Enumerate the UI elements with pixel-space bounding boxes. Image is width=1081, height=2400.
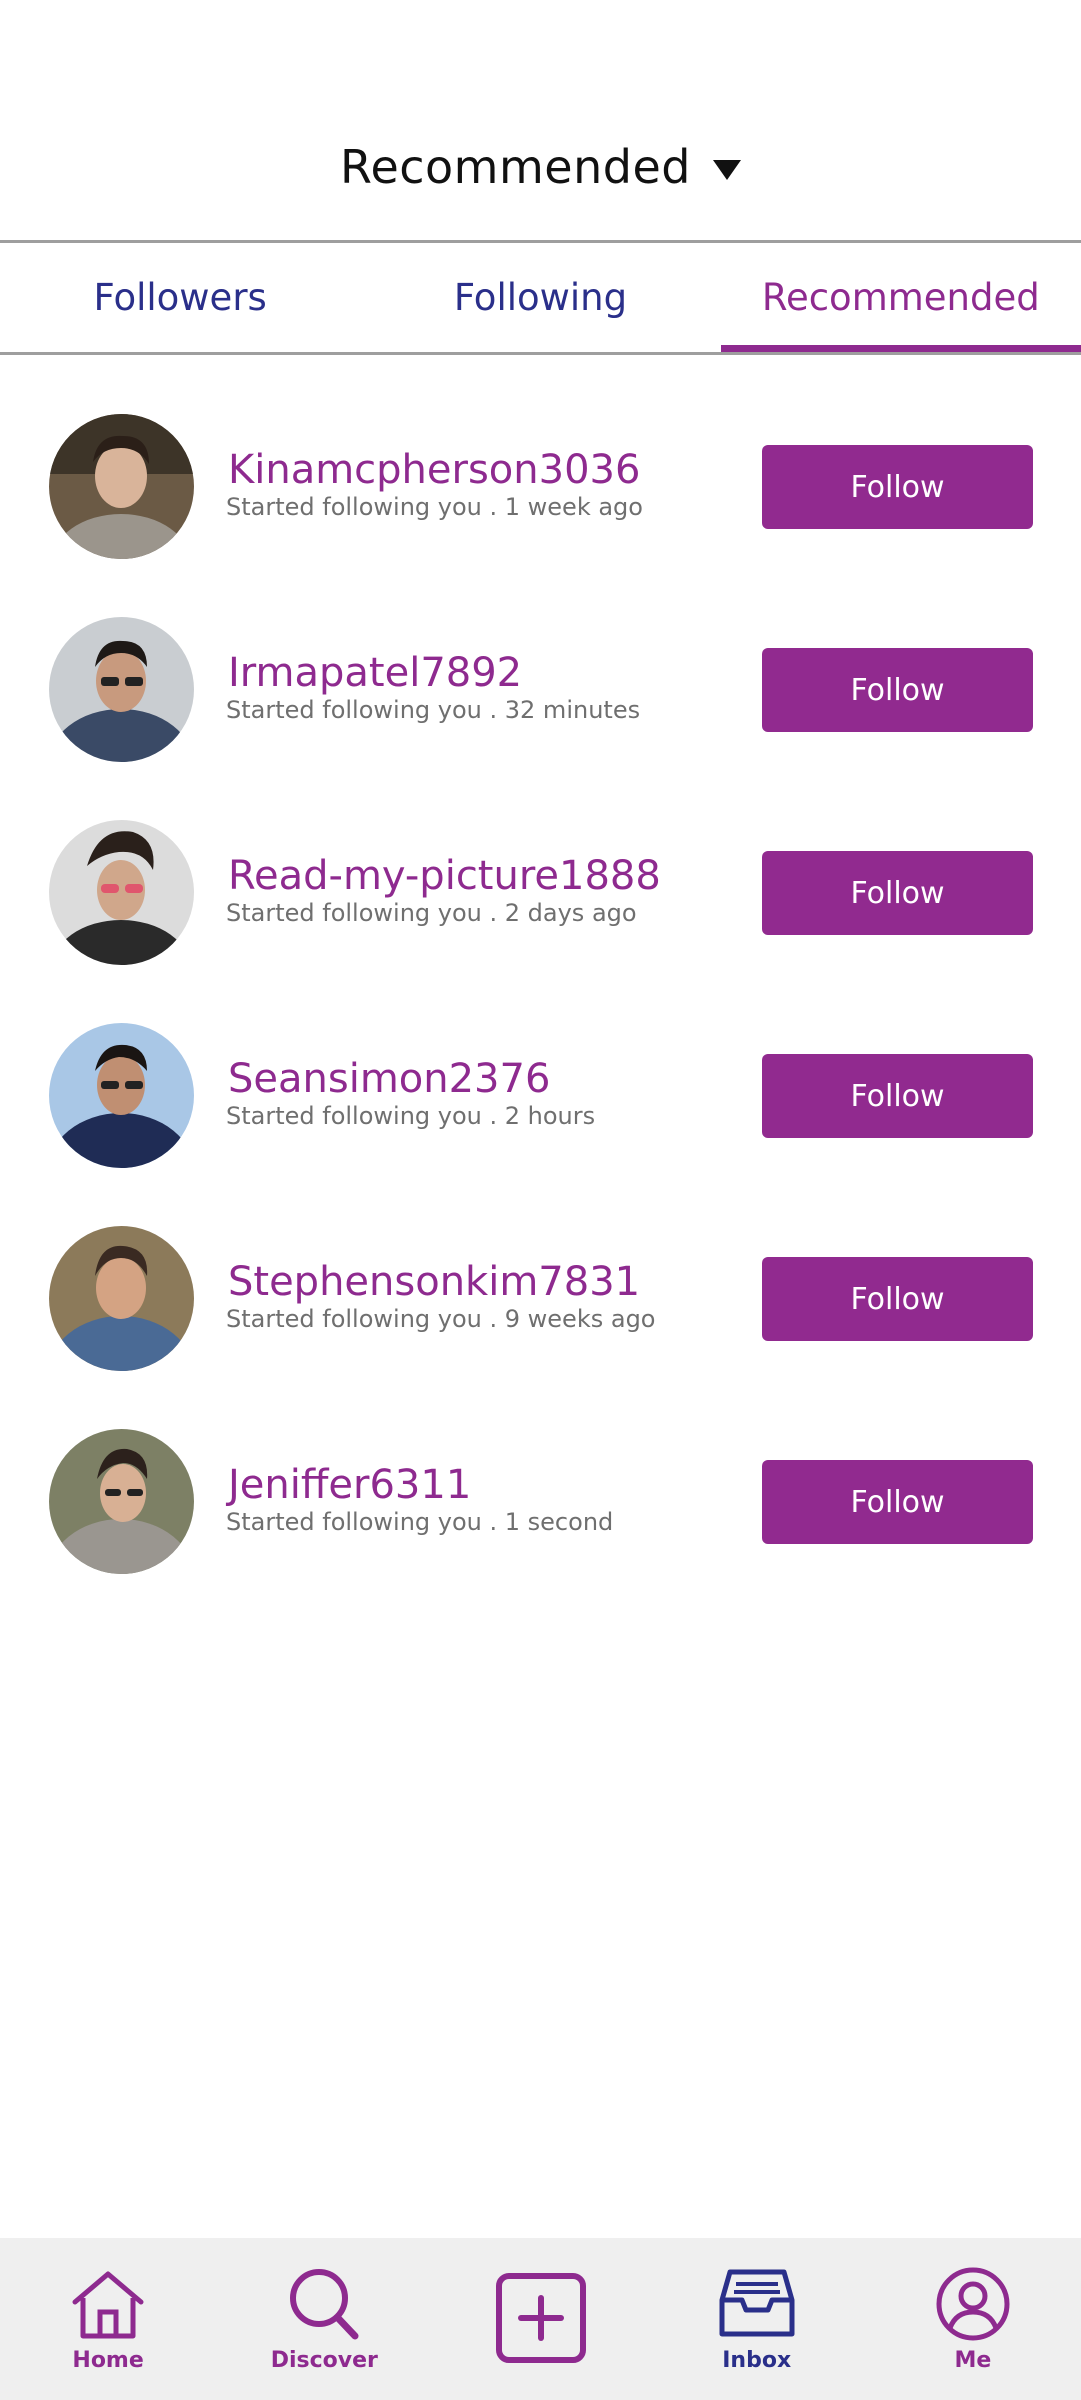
activity-text: Started following you . 2 hours: [226, 1102, 596, 1130]
username[interactable]: Jeniffer6311: [228, 1462, 471, 1508]
tab-bar: Followers Following Recommended: [0, 243, 1081, 353]
tab-followers[interactable]: Followers: [0, 243, 360, 351]
username[interactable]: Kinamcpherson3036: [228, 447, 640, 493]
username[interactable]: Seansimon2376: [228, 1056, 550, 1102]
list-item: Seansimon2376 Started following you . 2 …: [0, 964, 1081, 1168]
avatar[interactable]: [49, 1226, 194, 1371]
username[interactable]: Stephensonkim7831: [228, 1259, 640, 1305]
nav-label: Inbox: [722, 2348, 792, 2373]
header-title: Recommended: [340, 140, 691, 194]
add-icon: [495, 2273, 586, 2363]
list-item: Kinamcpherson3036 Started following you …: [0, 355, 1081, 559]
nav-discover[interactable]: Discover: [216, 2238, 432, 2400]
caret-down-icon: [712, 160, 741, 180]
follow-button[interactable]: Follow: [762, 445, 1033, 529]
tab-following[interactable]: Following: [360, 243, 720, 351]
follow-button[interactable]: Follow: [762, 1257, 1033, 1341]
create-post-button[interactable]: [432, 2238, 648, 2400]
follow-button[interactable]: Follow: [762, 1460, 1033, 1544]
avatar[interactable]: [49, 1023, 194, 1168]
nav-label: Me: [954, 2348, 992, 2373]
activity-text: Started following you . 1 second: [226, 1508, 614, 1536]
follow-button[interactable]: Follow: [762, 851, 1033, 935]
nav-home[interactable]: Home: [0, 2238, 216, 2400]
inbox-icon: [719, 2269, 795, 2337]
header: Recommended: [0, 0, 1081, 242]
avatar[interactable]: [49, 414, 194, 559]
bottom-nav: Home Discover Inbox Me: [0, 2238, 1081, 2400]
list-item: Read-my-picture1888 Started following yo…: [0, 761, 1081, 965]
tab-label: Following: [453, 275, 628, 319]
list-item: Stephensonkim7831 Started following you …: [0, 1167, 1081, 1371]
username[interactable]: Read-my-picture1888: [228, 853, 661, 899]
avatar[interactable]: [49, 617, 194, 762]
tab-recommended[interactable]: Recommended: [720, 243, 1081, 353]
nav-inbox[interactable]: Inbox: [649, 2238, 865, 2400]
follow-button[interactable]: Follow: [762, 648, 1033, 732]
nav-me[interactable]: Me: [865, 2238, 1081, 2400]
search-icon: [290, 2269, 359, 2340]
home-icon: [72, 2271, 144, 2339]
nav-label: Home: [72, 2348, 144, 2373]
activity-text: Started following you . 2 days ago: [226, 899, 637, 927]
nav-label: Discover: [270, 2348, 378, 2373]
list-item: Jeniffer6311 Started following you . 1 s…: [0, 1370, 1081, 1574]
avatar[interactable]: [49, 820, 194, 965]
tab-label: Recommended: [761, 275, 1040, 319]
screen: Recommended Followers Following Recommen…: [0, 0, 1081, 2400]
activity-text: Started following you . 9 weeks ago: [226, 1305, 656, 1333]
username[interactable]: Irmapatel7892: [228, 650, 522, 696]
avatar[interactable]: [49, 1429, 194, 1574]
activity-text: Started following you . 32 minutes: [226, 696, 641, 724]
feed-selector[interactable]: Recommended: [0, 140, 1081, 194]
tab-label: Followers: [93, 275, 267, 319]
follow-button[interactable]: Follow: [762, 1054, 1033, 1138]
activity-text: Started following you . 1 week ago: [226, 493, 643, 521]
profile-icon: [936, 2267, 1010, 2341]
list-item: Irmapatel7892 Started following you . 32…: [0, 558, 1081, 762]
